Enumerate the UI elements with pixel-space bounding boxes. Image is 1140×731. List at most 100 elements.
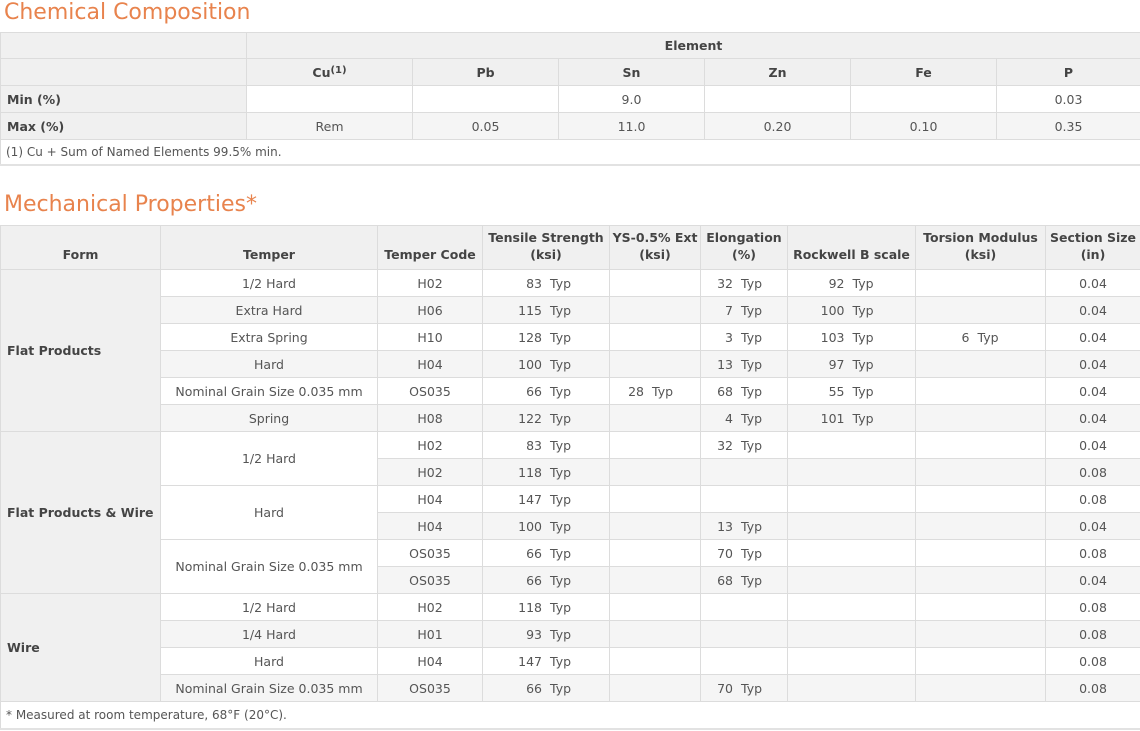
element-header-pb: Pb: [412, 58, 559, 86]
typ-label: Typ: [550, 626, 572, 642]
cell: [915, 296, 1046, 324]
cell: 100 Typ: [482, 350, 610, 378]
cell: [246, 85, 413, 113]
temper-code-cell: H04: [377, 647, 483, 675]
typ-label: Typ: [550, 383, 572, 399]
form-cell: Wire: [0, 593, 161, 702]
cell: [915, 377, 1046, 405]
section-size-cell: 0.04: [1045, 323, 1140, 351]
typ-label: Typ: [550, 653, 572, 669]
table-row: Nominal Grain Size 0.035 mm OS035 66 Typ 70 T…: [1, 539, 1140, 594]
temper-code-cell: H02: [377, 269, 483, 297]
temper-cell: Extra Hard: [160, 296, 378, 324]
cell: [915, 350, 1046, 378]
cell: [787, 458, 916, 486]
cell: [915, 539, 1046, 567]
cell: [850, 85, 997, 113]
value: 70: [717, 545, 733, 561]
temper-code-cell: OS035: [377, 539, 483, 567]
header-unit: (ksi): [530, 247, 562, 262]
cell: [609, 539, 701, 567]
element-header-sn: Sn: [558, 58, 705, 86]
value: 122: [518, 410, 542, 426]
value: 66: [526, 572, 542, 588]
cell: 66 Typ: [482, 566, 610, 594]
typ-label: Typ: [550, 329, 572, 345]
corner-cell: [0, 32, 247, 59]
cu-label: Cu: [312, 64, 331, 80]
value: 32: [717, 275, 733, 291]
value: 100: [518, 356, 542, 372]
cell: 100 Typ: [787, 296, 916, 324]
value: 83: [526, 275, 542, 291]
temper-cell: 1/2 Hard: [160, 593, 378, 621]
cell: [915, 404, 1046, 432]
table-row: 1/4 Hard H01 93 Typ 0.08: [1, 620, 1140, 648]
cell: [915, 566, 1046, 594]
header-torsion-modulus: Torsion Modulus (ksi): [915, 225, 1046, 270]
cell: 128 Typ: [482, 323, 610, 351]
cell: [915, 593, 1046, 621]
section-size-cell: 0.04: [1045, 269, 1140, 297]
value: 103: [820, 329, 845, 345]
cell: [609, 512, 701, 540]
cell: 32 Typ: [700, 269, 788, 297]
cell: 103 Typ: [787, 323, 916, 351]
cell: 0.10: [850, 112, 997, 140]
table-row: Nominal Grain Size 0.035 mm OS035 66 Typ 70 T…: [1, 674, 1140, 702]
temper-cell: Nominal Grain Size 0.035 mm: [160, 674, 378, 702]
cell: [915, 458, 1046, 486]
header-unit: (in): [1080, 247, 1106, 262]
value: 147: [518, 653, 542, 669]
element-header: Element: [246, 32, 1140, 59]
table-row: Max (%) Rem 0.05 11.0 0.20 0.10 0.35: [0, 112, 1140, 140]
value: 92: [828, 275, 845, 291]
cell: 28 Typ: [609, 377, 701, 405]
cell: [787, 674, 916, 702]
cell: [700, 647, 788, 675]
header-rockwell: Rockwell B scale: [787, 225, 916, 270]
table-row: Hard H04 100 Typ 13 Typ 97 Typ 0.04: [1, 350, 1140, 378]
value: 28: [628, 383, 644, 399]
section-size-cell: 0.04: [1045, 566, 1140, 594]
section-size-cell: 0.08: [1045, 674, 1140, 702]
header-unit: (%): [732, 247, 756, 262]
mechanical-footnote: * Measured at room temperature, 68°F (20…: [0, 701, 1140, 730]
value: 66: [526, 545, 542, 561]
row-label-min: Min (%): [0, 85, 247, 113]
cell: 68 Typ: [700, 566, 788, 594]
section-size-cell: 0.08: [1045, 620, 1140, 648]
cell: [609, 431, 701, 459]
cell: [915, 674, 1046, 702]
value: 83: [526, 437, 542, 453]
typ-label: Typ: [741, 383, 763, 399]
temper-code-cell: H06: [377, 296, 483, 324]
element-header-fe: Fe: [850, 58, 997, 86]
value: 68: [717, 572, 733, 588]
table-row: Extra Spring H10 128 Typ 3 Typ 103 Typ 6 Typ 0.04: [1, 323, 1140, 351]
cell: 32 Typ: [700, 431, 788, 459]
section-size-cell: 0.04: [1045, 350, 1140, 378]
section-size-cell: 0.08: [1045, 539, 1140, 567]
typ-label: Typ: [852, 302, 874, 318]
cell: 66 Typ: [482, 377, 610, 405]
table-row: Nominal Grain Size 0.035 mm OS035 66 Typ 28 T…: [1, 377, 1140, 405]
cell: [915, 620, 1046, 648]
temper-code-cell: OS035: [377, 566, 483, 594]
temper-cell: Nominal Grain Size 0.035 mm: [160, 377, 378, 405]
typ-label: Typ: [852, 329, 874, 345]
typ-label: Typ: [550, 302, 572, 318]
value: 147: [518, 491, 542, 507]
table-row: Flat Products 1/2 Hard H02 83 Typ 32 Typ 92 Typ 0…: [0, 269, 1140, 432]
cell: 83 Typ: [482, 269, 610, 297]
cell: 93 Typ: [482, 620, 610, 648]
header-line: Elongation: [706, 230, 782, 245]
temper-cell: Extra Spring: [160, 323, 378, 351]
form-cell: Flat Products: [0, 269, 161, 432]
value: 32: [717, 437, 733, 453]
typ-label: Typ: [741, 572, 763, 588]
value: 115: [518, 302, 542, 318]
typ-label: Typ: [852, 275, 874, 291]
row-label-max: Max (%): [0, 112, 247, 140]
value: 70: [717, 680, 733, 696]
